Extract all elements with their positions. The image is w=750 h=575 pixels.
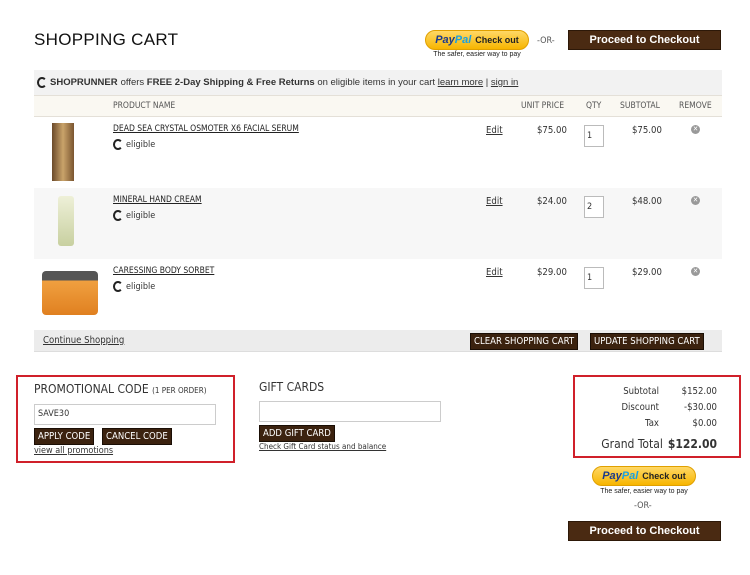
proceed-to-checkout-button-bottom[interactable]: Proceed to Checkout: [568, 521, 721, 541]
eligible-badge: eligible: [113, 139, 155, 150]
header-remove: REMOVE: [679, 101, 712, 111]
or-separator: -OR-: [537, 36, 555, 46]
view-promotions-link[interactable]: view all promotions: [34, 446, 113, 456]
product-name-link[interactable]: MINERAL HAND CREAM: [113, 195, 202, 205]
product-name-link[interactable]: DEAD SEA CRYSTAL OSMOTER X6 FACIAL SERUM: [113, 124, 299, 134]
eligible-label: eligible: [126, 210, 156, 221]
promo-title-text: PROMOTIONAL CODE: [34, 382, 149, 396]
cancel-code-button[interactable]: CANCEL CODE: [102, 428, 172, 445]
edit-link[interactable]: Edit: [486, 196, 503, 207]
eligible-badge: eligible: [113, 281, 155, 292]
edit-link[interactable]: Edit: [486, 125, 503, 136]
shoprunner-icon: [113, 210, 123, 221]
learn-more-link[interactable]: learn more: [438, 77, 483, 88]
unit-price: $24.00: [537, 196, 567, 207]
qty-input[interactable]: 1: [584, 125, 604, 147]
paypal-logo-2: Pal: [621, 470, 639, 482]
table-row: MINERAL HAND CREAM eligible Edit $24.00 …: [34, 188, 722, 259]
promo-code-input[interactable]: SAVE30: [34, 404, 216, 425]
row-subtotal: $29.00: [632, 267, 662, 278]
add-gift-card-button[interactable]: ADD GIFT CARD: [259, 425, 335, 442]
row-subtotal: $75.00: [632, 125, 662, 136]
shoprunner-icon: [113, 139, 123, 150]
table-header: PRODUCT NAME UNIT PRICE QTY SUBTOTAL REM…: [34, 95, 722, 117]
discount-value: -$30.00: [684, 402, 717, 413]
shoprunner-icon: [113, 281, 123, 292]
shoprunner-icon: [37, 77, 47, 88]
header-qty: QTY: [586, 101, 602, 111]
remove-icon[interactable]: ✕: [691, 125, 700, 134]
eligible-label: eligible: [126, 281, 156, 292]
remove-icon[interactable]: ✕: [691, 196, 700, 205]
eligible-label: eligible: [126, 139, 156, 150]
unit-price: $75.00: [537, 125, 567, 136]
remove-icon[interactable]: ✕: [691, 267, 700, 276]
gift-cards-title: GIFT CARDS: [259, 380, 325, 394]
paypal-logo: Pay: [435, 34, 455, 46]
subtotal-label: Subtotal: [623, 386, 659, 397]
check-gift-card-link[interactable]: Check Gift Card status and balance: [259, 442, 386, 451]
product-image[interactable]: [58, 196, 74, 246]
paypal-label: Check out: [475, 35, 519, 45]
paypal-tagline: The safer, easier way to pay: [433, 51, 521, 58]
header-subtotal: SUBTOTAL: [620, 101, 660, 111]
row-subtotal: $48.00: [632, 196, 662, 207]
discount-label: Discount: [621, 402, 659, 413]
promo-section: PROMOTIONAL CODE (1 PER ORDER) SAVE30 AP…: [16, 375, 235, 463]
proceed-to-checkout-button[interactable]: Proceed to Checkout: [568, 30, 721, 50]
qty-input[interactable]: 1: [584, 267, 604, 289]
banner-offer: FREE 2-Day Shipping & Free Returns: [146, 77, 315, 88]
subtotal-value: $152.00: [681, 386, 717, 397]
paypal-checkout-button-bottom[interactable]: Pay Pal Check out: [592, 466, 696, 486]
header-unit-price: UNIT PRICE: [521, 101, 565, 111]
promo-title: PROMOTIONAL CODE (1 PER ORDER): [34, 382, 207, 396]
shoprunner-brand: SHOPRUNNER: [50, 77, 118, 88]
banner-text-2: on eligible items in your cart: [317, 77, 436, 88]
paypal-label: Check out: [642, 471, 686, 481]
continue-shopping-link[interactable]: Continue Shopping: [43, 335, 124, 346]
separator: |: [485, 77, 489, 88]
tax-value: $0.00: [692, 418, 717, 429]
page-title: SHOPPING CART: [34, 30, 179, 49]
paypal-logo-2: Pal: [454, 34, 472, 46]
unit-price: $29.00: [537, 267, 567, 278]
order-totals: Subtotal $152.00 Discount -$30.00 Tax $0.00…: [573, 375, 741, 458]
edit-link[interactable]: Edit: [486, 267, 503, 278]
table-row: DEAD SEA CRYSTAL OSMOTER X6 FACIAL SERUM…: [34, 117, 722, 188]
eligible-badge: eligible: [113, 210, 155, 221]
product-image[interactable]: [52, 123, 74, 181]
paypal-logo: Pay: [602, 470, 622, 482]
update-cart-button[interactable]: UPDATE SHOPPING CART: [590, 333, 704, 350]
paypal-tagline: The safer, easier way to pay: [600, 488, 688, 495]
or-separator: -OR-: [634, 501, 652, 511]
gift-card-input[interactable]: [259, 401, 441, 422]
apply-code-button[interactable]: APPLY CODE: [34, 428, 95, 445]
product-name-link[interactable]: CARESSING BODY SORBET: [113, 266, 214, 276]
table-row: CARESSING BODY SORBET eligible Edit $29.…: [34, 259, 722, 330]
banner-text: offers: [120, 77, 145, 88]
tax-label: Tax: [645, 418, 659, 429]
cart-actions-bar: Continue Shopping CLEAR SHOPPING CART UP…: [34, 330, 722, 352]
clear-cart-button[interactable]: CLEAR SHOPPING CART: [470, 333, 579, 350]
paypal-checkout-button[interactable]: Pay Pal Check out: [425, 30, 529, 50]
grand-total-label: Grand Total: [601, 437, 663, 451]
promo-note: (1 PER ORDER): [152, 386, 207, 395]
grand-total-value: $122.00: [667, 437, 717, 451]
shoprunner-banner: SHOPRUNNER offers FREE 2-Day Shipping & …: [34, 70, 722, 95]
sign-in-link[interactable]: sign in: [491, 77, 518, 88]
qty-input[interactable]: 2: [584, 196, 604, 218]
header-product: PRODUCT NAME: [113, 101, 176, 111]
product-image[interactable]: [42, 271, 98, 315]
